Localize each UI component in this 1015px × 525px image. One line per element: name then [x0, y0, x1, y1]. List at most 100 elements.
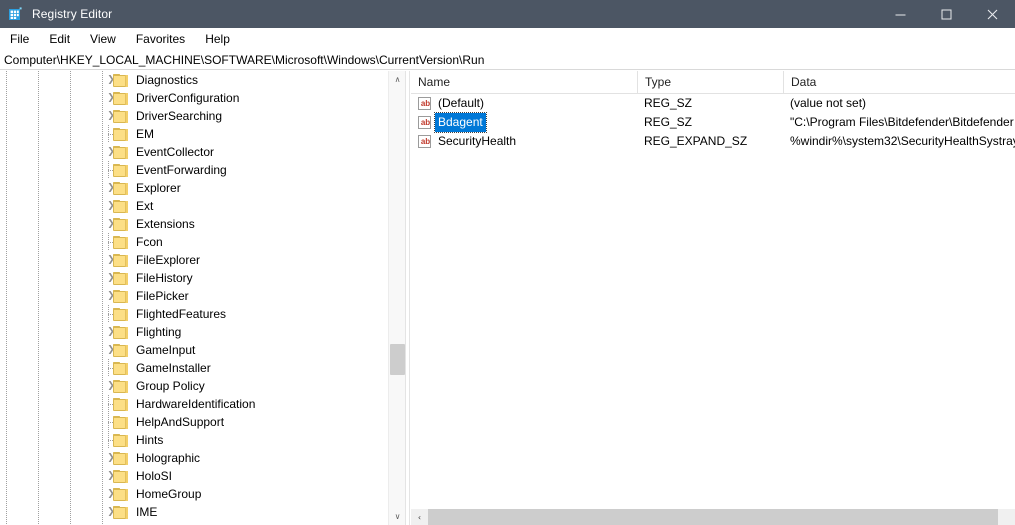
value-name[interactable]: SecurityHealth: [435, 132, 519, 151]
folder-icon: [113, 344, 128, 357]
tree-item-eventcollector[interactable]: ❯ EventCollector: [0, 143, 388, 161]
tree-scrollbar-thumb[interactable]: [390, 344, 405, 375]
window-controls: [877, 0, 1015, 28]
window-title: Registry Editor: [32, 7, 113, 21]
registry-tree: ❯ Diagnostics ❯ DriverConfiguration ❯ DriverS…: [0, 71, 388, 525]
menubar: File Edit View Favorites Help: [0, 28, 1015, 50]
folder-icon: [113, 218, 128, 231]
tree-item-label: FileHistory: [136, 271, 193, 285]
tree-item-gameinput[interactable]: ❯ GameInput: [0, 341, 388, 359]
tree-item-label: Ext: [136, 199, 154, 213]
tree-item-holographic[interactable]: ❯ Holographic: [0, 449, 388, 467]
tree-item-label: Fcon: [136, 235, 163, 249]
minimize-button[interactable]: [877, 0, 923, 28]
value-type: REG_SZ: [644, 115, 693, 129]
close-button[interactable]: [969, 0, 1015, 28]
scroll-down-icon[interactable]: ∨: [389, 508, 405, 525]
value-type: REG_SZ: [644, 96, 693, 110]
folder-icon: [113, 200, 128, 213]
tree-item-homegroup[interactable]: ❯ HomeGroup: [0, 485, 388, 503]
tree-vertical-scrollbar[interactable]: ∧ ∨: [388, 71, 405, 525]
tree-item-label: DriverConfiguration: [136, 91, 240, 105]
column-header-type[interactable]: Type: [637, 71, 783, 94]
tree-item-label: FlightedFeatures: [136, 307, 227, 321]
registry-icon: [8, 6, 24, 22]
tree-item-label: FilePicker: [136, 289, 189, 303]
value-row[interactable]: SecurityHealth REG_EXPAND_SZ %windir%\syst…: [411, 132, 1015, 151]
tree-item-gameinstaller[interactable]: GameInstaller: [0, 359, 388, 377]
registry-tree-pane[interactable]: ❯ Diagnostics ❯ DriverConfiguration ❯ DriverS…: [0, 71, 405, 525]
scroll-left-icon[interactable]: ‹: [411, 509, 428, 525]
values-scrollbar-thumb[interactable]: [428, 509, 998, 525]
tree-item-explorer[interactable]: ❯ Explorer: [0, 179, 388, 197]
tree-item-label: HoloSI: [136, 469, 173, 483]
menu-favorites[interactable]: Favorites: [127, 30, 194, 48]
folder-icon: [113, 146, 128, 159]
tree-item-flighting[interactable]: ❯ Flighting: [0, 323, 388, 341]
folder-icon: [113, 236, 128, 249]
value-data: "C:\Program Files\Bitdefender\Bitdefende…: [790, 115, 1014, 129]
registry-values-pane[interactable]: Name Type Data (Default) REG_SZ (value not…: [411, 71, 1015, 525]
tree-item-filehistory[interactable]: ❯ FileHistory: [0, 269, 388, 287]
value-name[interactable]: (Default): [435, 94, 487, 113]
value-row[interactable]: (Default) REG_SZ (value not set): [411, 94, 1015, 113]
tree-item-fcon[interactable]: Fcon: [0, 233, 388, 251]
tree-item-label: HardwareIdentification: [136, 397, 256, 411]
main-content: ❯ Diagnostics ❯ DriverConfiguration ❯ DriverS…: [0, 71, 1015, 525]
folder-icon: [113, 362, 128, 375]
tree-item-label: EM: [136, 127, 154, 141]
tree-item-holosi[interactable]: ❯ HoloSI: [0, 467, 388, 485]
tree-item-driverconfiguration[interactable]: ❯ DriverConfiguration: [0, 89, 388, 107]
tree-item-filepicker[interactable]: ❯ FilePicker: [0, 287, 388, 305]
tree-item-label: Diagnostics: [136, 73, 199, 87]
folder-icon: [113, 110, 128, 123]
scroll-up-icon[interactable]: ∧: [389, 71, 405, 88]
value-name[interactable]: Bdagent: [434, 112, 487, 133]
menu-view[interactable]: View: [81, 30, 125, 48]
menu-file[interactable]: File: [1, 30, 38, 48]
folder-icon: [113, 416, 128, 429]
tree-item-driversearching[interactable]: ❯ DriverSearching: [0, 107, 388, 125]
tree-item-label: GameInput: [136, 343, 196, 357]
registry-path: Computer\HKEY_LOCAL_MACHINE\SOFTWARE\Mic…: [4, 52, 485, 67]
address-bar[interactable]: Computer\HKEY_LOCAL_MACHINE\SOFTWARE\Mic…: [0, 50, 1015, 70]
folder-icon: [113, 164, 128, 177]
folder-icon: [113, 434, 128, 447]
menu-help[interactable]: Help: [196, 30, 239, 48]
tree-item-eventforwarding[interactable]: EventForwarding: [0, 161, 388, 179]
tree-item-ext[interactable]: ❯ Ext: [0, 197, 388, 215]
tree-item-helpandsupport[interactable]: HelpAndSupport: [0, 413, 388, 431]
tree-item-em[interactable]: EM: [0, 125, 388, 143]
values-horizontal-scrollbar[interactable]: ‹: [411, 508, 1015, 525]
folder-icon: [113, 326, 128, 339]
value-data: (value not set): [790, 96, 867, 110]
tree-item-hardwareidentification[interactable]: HardwareIdentification: [0, 395, 388, 413]
folder-icon: [113, 506, 128, 519]
string-value-icon: [418, 116, 432, 129]
tree-item-group-policy[interactable]: ❯ Group Policy: [0, 377, 388, 395]
value-row[interactable]: Bdagent REG_SZ "C:\Program Files\Bitdefend…: [411, 112, 1015, 133]
tree-item-diagnostics[interactable]: ❯ Diagnostics: [0, 71, 388, 89]
folder-icon: [113, 92, 128, 105]
tree-item-fileexplorer[interactable]: ❯ FileExplorer: [0, 251, 388, 269]
tree-item-label: Explorer: [136, 181, 181, 195]
tree-item-label: Flighting: [136, 325, 182, 339]
folder-icon: [113, 470, 128, 483]
folder-icon: [113, 128, 128, 141]
menu-edit[interactable]: Edit: [40, 30, 79, 48]
maximize-button[interactable]: [923, 0, 969, 28]
folder-icon: [113, 380, 128, 393]
window-titlebar: Registry Editor: [0, 0, 1015, 28]
folder-icon: [113, 74, 128, 87]
pane-splitter[interactable]: [405, 71, 410, 525]
tree-item-ime[interactable]: ❯ IME: [0, 503, 388, 521]
tree-item-extensions[interactable]: ❯ Extensions: [0, 215, 388, 233]
value-type: REG_EXPAND_SZ: [644, 134, 748, 148]
tree-item-hints[interactable]: Hints: [0, 431, 388, 449]
values-column-headers: Name Type Data: [411, 71, 1015, 94]
column-header-name[interactable]: Name: [411, 71, 637, 94]
tree-item-label: DriverSearching: [136, 109, 223, 123]
tree-item-flightedfeatures[interactable]: FlightedFeatures: [0, 305, 388, 323]
tree-item-label: Hints: [136, 433, 164, 447]
column-header-data[interactable]: Data: [783, 71, 1015, 94]
